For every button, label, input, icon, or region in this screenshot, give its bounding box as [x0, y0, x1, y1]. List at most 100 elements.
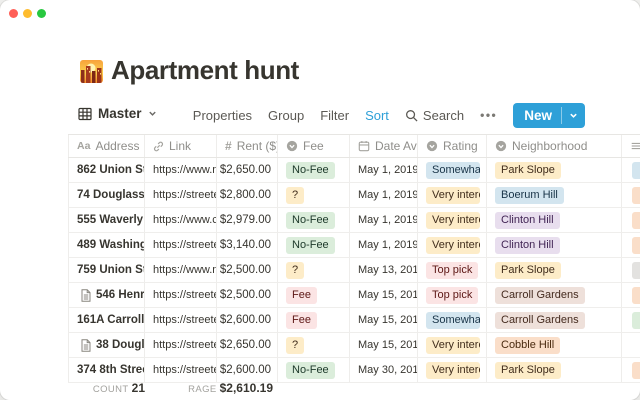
count-aggregate[interactable]: COUNT21 — [68, 381, 145, 395]
tag[interactable]: No-Fee — [286, 212, 335, 229]
cell-rating[interactable]: Top pick — [418, 283, 487, 307]
cell-rating[interactable]: Very intereste — [418, 333, 487, 357]
cell-fee[interactable]: ? — [278, 258, 350, 282]
cell-rating[interactable]: Very intereste — [418, 183, 487, 207]
tag[interactable]: Fee — [286, 287, 317, 304]
column-header-date-ava[interactable]: Date Ava... — [350, 135, 418, 157]
cell-address[interactable]: 38 Dougla — [68, 333, 145, 357]
cell-rent[interactable]: $2,600.00 — [217, 358, 278, 382]
tag[interactable]: Very intereste — [426, 187, 480, 204]
tag[interactable]: Cobble Hill — [495, 337, 560, 354]
average-aggregate[interactable]: RAGE$2,610.19 — [140, 381, 273, 395]
cell-date-available[interactable]: May 1, 2019 — [350, 158, 418, 182]
cell-neighborhood[interactable]: Park Slope — [487, 358, 622, 382]
cell-rating[interactable]: Somewhat inte — [418, 308, 487, 332]
cell-address[interactable]: 862 Union Stre — [68, 158, 145, 182]
tag[interactable]: Top pick — [426, 287, 478, 304]
column-header-address[interactable]: AaAddress — [68, 135, 145, 157]
tag[interactable]: Top pick — [426, 262, 478, 279]
cell-fee[interactable]: No-Fee — [278, 233, 350, 257]
tag[interactable]: Fee — [286, 312, 317, 329]
cell-link[interactable]: https://streetea — [145, 333, 217, 357]
tag[interactable]: No-Fee — [286, 162, 335, 179]
cell-rating[interactable]: Top pick — [418, 258, 487, 282]
cell-fee[interactable]: Fee — [278, 283, 350, 307]
cell-rent[interactable]: $2,650.00 — [217, 333, 278, 357]
cell-hidden-column[interactable] — [622, 158, 640, 182]
tag[interactable]: Very intereste — [426, 212, 480, 229]
cell-rating[interactable]: Very intereste — [418, 358, 487, 382]
cell-link[interactable]: https://www.cit — [145, 208, 217, 232]
cell-date-available[interactable]: May 1, 2019 — [350, 233, 418, 257]
tag[interactable]: Park Slope — [495, 362, 561, 379]
column-header-fee[interactable]: Fee — [278, 135, 350, 157]
new-button[interactable]: New — [513, 103, 585, 128]
cell-hidden-column[interactable] — [622, 283, 640, 307]
tag[interactable]: Boerum Hill — [495, 187, 564, 204]
view-switcher[interactable]: Master — [78, 106, 157, 121]
cell-address[interactable]: 74 Douglass St — [68, 183, 145, 207]
cell-rent[interactable]: $2,650.00 — [217, 158, 278, 182]
tag[interactable]: Clinton Hill — [495, 237, 560, 254]
cell-rating[interactable]: Very intereste — [418, 208, 487, 232]
tag[interactable]: Park Slope — [495, 162, 561, 179]
cell-hidden-column[interactable] — [622, 308, 640, 332]
cell-neighborhood[interactable]: Boerum Hill — [487, 183, 622, 207]
tag[interactable]: Very intereste — [426, 237, 480, 254]
cell-link[interactable]: https://streetea — [145, 358, 217, 382]
tag[interactable]: ? — [286, 337, 304, 354]
cell-address[interactable]: 489 Washingt — [68, 233, 145, 257]
cell-hidden-column[interactable] — [622, 333, 640, 357]
tag[interactable]: Carroll Gardens — [495, 312, 585, 329]
cell-fee[interactable]: No-Fee — [278, 358, 350, 382]
more-options-button[interactable]: ••• — [480, 108, 497, 122]
cell-hidden-column[interactable] — [622, 233, 640, 257]
page-emoji-icon[interactable] — [80, 60, 103, 83]
column-header-link[interactable]: Link — [145, 135, 217, 157]
cell-link[interactable]: https://www.na — [145, 158, 217, 182]
cell-link[interactable]: https://www.na — [145, 258, 217, 282]
column-header-rating[interactable]: Rating — [418, 135, 487, 157]
tag[interactable]: Very intereste — [426, 362, 480, 379]
sort-button[interactable]: Sort — [365, 108, 389, 123]
tag[interactable]: Clinton Hill — [495, 212, 560, 229]
column-header-hidden[interactable] — [622, 135, 640, 157]
cell-date-available[interactable]: May 30, 2019 — [350, 358, 418, 382]
tag[interactable]: Park Slope — [495, 262, 561, 279]
cell-neighborhood[interactable]: Clinton Hill — [487, 233, 622, 257]
tag[interactable]: Carroll Gardens — [495, 287, 585, 304]
cell-address[interactable]: 555 Waverly A — [68, 208, 145, 232]
cell-link[interactable]: https://streetea — [145, 283, 217, 307]
cell-address[interactable]: 759 Union Stre — [68, 258, 145, 282]
tag[interactable]: ? — [286, 187, 304, 204]
cell-date-available[interactable]: May 15, 2019 — [350, 283, 418, 307]
cell-hidden-column[interactable] — [622, 183, 640, 207]
column-header-neighborhood[interactable]: Neighborhood — [487, 135, 622, 157]
new-button-chevron[interactable] — [562, 103, 585, 128]
properties-button[interactable]: Properties — [193, 108, 252, 123]
close-window-button[interactable] — [9, 9, 18, 18]
cell-date-available[interactable]: May 13, 2019 — [350, 258, 418, 282]
cell-link[interactable]: https://streetea — [145, 233, 217, 257]
cell-date-available[interactable]: May 15, 2019 — [350, 333, 418, 357]
cell-fee[interactable]: No-Fee — [278, 208, 350, 232]
zoom-window-button[interactable] — [37, 9, 46, 18]
cell-fee[interactable]: ? — [278, 183, 350, 207]
tag[interactable]: No-Fee — [286, 237, 335, 254]
column-header-rent[interactable]: #Rent ($) — [217, 135, 278, 157]
tag[interactable]: No-Fee — [286, 362, 335, 379]
cell-address[interactable]: 374 8th Street — [68, 358, 145, 382]
tag[interactable]: Somewhat inte — [426, 162, 480, 179]
tag[interactable]: Somewhat inte — [426, 312, 480, 329]
cell-rent[interactable]: $2,800.00 — [217, 183, 278, 207]
cell-hidden-column[interactable] — [622, 358, 640, 382]
cell-link[interactable]: https://streetea — [145, 308, 217, 332]
cell-address[interactable]: 161A Carroll St — [68, 308, 145, 332]
filter-button[interactable]: Filter — [320, 108, 349, 123]
cell-rent[interactable]: $2,979.00 — [217, 208, 278, 232]
cell-neighborhood[interactable]: Carroll Gardens — [487, 283, 622, 307]
cell-rent[interactable]: $2,600.00 — [217, 308, 278, 332]
cell-fee[interactable]: ? — [278, 333, 350, 357]
cell-neighborhood[interactable]: Park Slope — [487, 158, 622, 182]
cell-hidden-column[interactable] — [622, 258, 640, 282]
